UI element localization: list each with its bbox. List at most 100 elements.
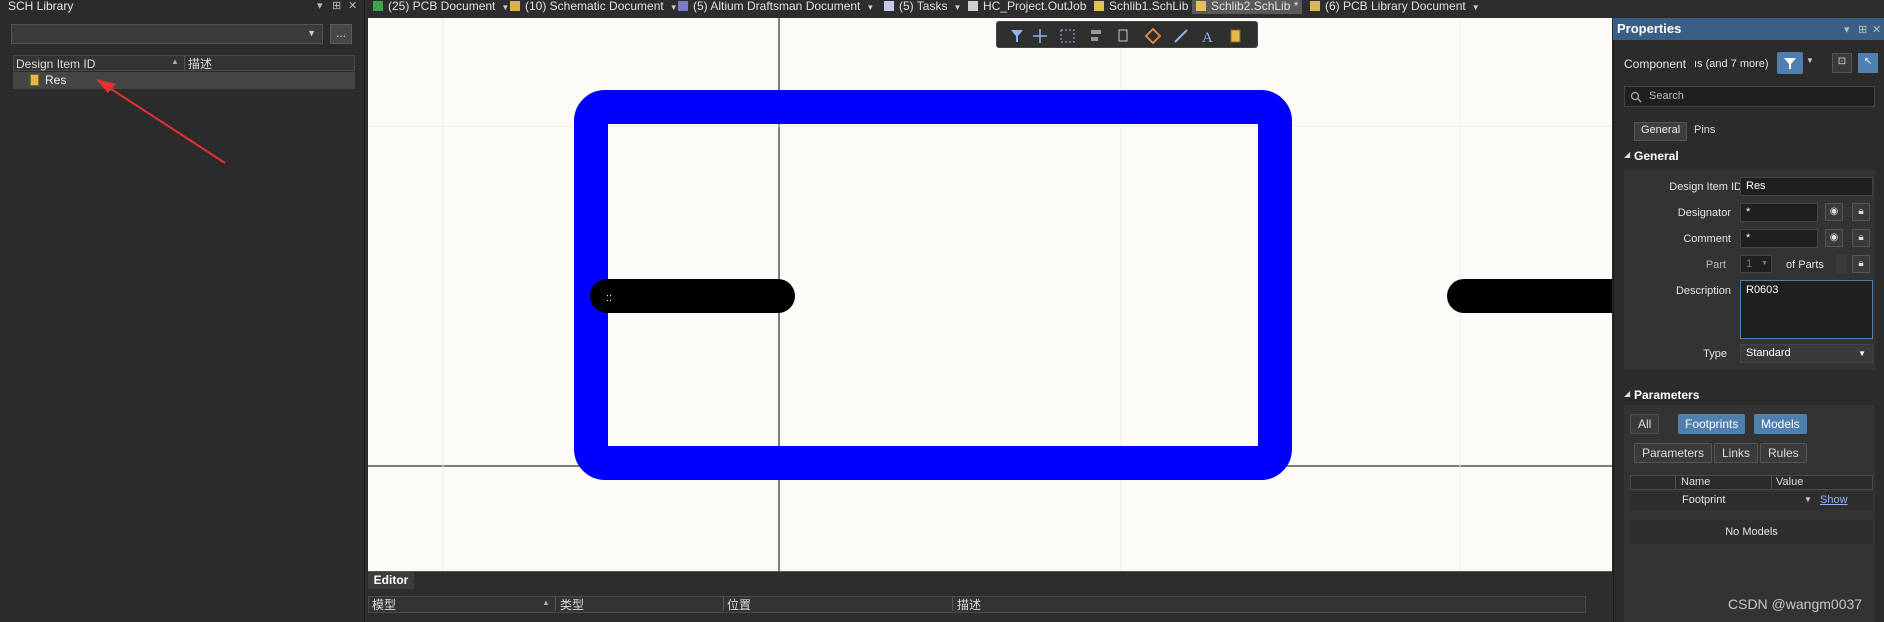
document-icon [678, 1, 688, 11]
cursor-icon[interactable]: ↖ [1858, 53, 1878, 73]
document-tab[interactable]: (10) Schematic Document ▼ [510, 0, 678, 14]
properties-title: Properties [1617, 21, 1682, 36]
filter-parameters-button[interactable]: Parameters [1634, 443, 1713, 463]
comment-field[interactable]: * [1740, 229, 1818, 248]
column-value[interactable]: Value [1776, 476, 1803, 489]
chevron-down-icon: ▼ [1858, 349, 1866, 358]
arrow-shaft [101, 82, 226, 164]
type-select[interactable]: Standard ▼ [1740, 344, 1873, 363]
panel-pin-icon[interactable]: ⊞ [1858, 24, 1867, 36]
document-icon [1310, 1, 1320, 11]
chevron-down-icon[interactable]: ▼ [866, 3, 874, 12]
document-tab[interactable]: Schlib1.SchLib [1094, 0, 1188, 14]
column-divider[interactable] [1675, 476, 1676, 489]
column-divider[interactable] [1771, 476, 1772, 489]
parameters-table-row[interactable]: Footprint ▼ Show [1630, 492, 1873, 510]
filter-icon[interactable] [1011, 30, 1023, 42]
lock-icon[interactable]: 🔒︎ [1852, 203, 1870, 221]
tab-label: (25) PCB Document [388, 0, 496, 13]
tab-pins[interactable]: Pins [1688, 122, 1721, 139]
document-icon [1094, 1, 1104, 11]
part-spinner[interactable] [1836, 255, 1847, 273]
design-item-id-field[interactable]: Res [1740, 177, 1873, 196]
part-value: 1 [1746, 258, 1753, 270]
document-icon [1196, 1, 1206, 11]
of-parts-label: of Parts [1786, 259, 1824, 271]
filter-models-button[interactable]: Models [1754, 414, 1807, 434]
filter-links-button[interactable]: Links [1714, 443, 1759, 463]
document-tab[interactable]: (5) Tasks ▼ [884, 0, 961, 14]
active-bar-toolbar: A [996, 21, 1258, 48]
search-icon [1630, 91, 1642, 103]
chevron-down-icon[interactable]: ▼ [1804, 495, 1812, 504]
design-item-id-label: Design Item ID [1669, 181, 1742, 193]
show-link[interactable]: Show [1820, 494, 1848, 506]
filter-button[interactable] [1777, 52, 1803, 74]
fill-icon[interactable] [1144, 27, 1162, 45]
chevron-down-icon[interactable]: ▼ [1472, 3, 1480, 12]
column-divider[interactable] [555, 597, 556, 611]
filter-all-button[interactable]: All [1630, 414, 1660, 434]
description-label: Description [1675, 285, 1731, 297]
filter-rules-button[interactable]: Rules [1760, 443, 1807, 463]
select-objects-icon[interactable]: ⊡ [1832, 53, 1852, 73]
document-tab[interactable]: Schlib2.SchLib * [1192, 0, 1303, 14]
line-icon[interactable] [1174, 29, 1188, 43]
pin-icon[interactable] [1118, 29, 1128, 42]
chevron-down-icon[interactable]: ▼ [501, 3, 509, 12]
align-icon[interactable] [1091, 30, 1101, 34]
tab-label: Schlib1.SchLib [1109, 0, 1189, 13]
lock-icon[interactable]: 🔒︎ [1852, 229, 1870, 247]
panel-close-icon[interactable]: ✕ [1872, 24, 1881, 36]
text-icon[interactable]: A [1202, 30, 1213, 46]
tab-general[interactable]: General [1634, 122, 1688, 141]
type-value: Standard [1746, 347, 1791, 359]
annotation-arrow [96, 79, 226, 164]
designator-field[interactable]: * [1740, 203, 1818, 222]
toolbar-icons: A [1011, 27, 1241, 46]
column-name[interactable]: Name [1681, 476, 1710, 489]
column-divider[interactable] [723, 597, 724, 611]
chevron-down-icon[interactable]: ▼ [953, 3, 961, 12]
column-model[interactable]: 模型 [372, 598, 396, 612]
document-tab[interactable]: HC_Project.OutJob [968, 0, 1086, 14]
visibility-eye-icon[interactable]: ◉ [1825, 229, 1843, 247]
lock-icon[interactable]: 🔒︎ [1852, 255, 1870, 273]
comment-label: Comment [1683, 233, 1731, 245]
collapse-icon[interactable]: ◢ [1624, 389, 1630, 398]
select-rect-icon[interactable] [1060, 29, 1075, 43]
parameters-table-header: Name Value [1630, 475, 1873, 490]
component-label: Component [1624, 57, 1687, 71]
schematic-canvas[interactable]: :: [368, 18, 1612, 571]
parameters-section [1624, 405, 1875, 622]
search-input[interactable]: Search [1624, 86, 1875, 107]
column-location[interactable]: 位置 [727, 598, 751, 612]
column-divider[interactable] [952, 597, 953, 611]
pin-right[interactable] [1447, 279, 1612, 313]
pin-left[interactable] [590, 279, 795, 313]
tab-label: (10) Schematic Document [525, 0, 664, 13]
chevron-down-icon[interactable]: ▼ [1806, 56, 1814, 65]
column-type[interactable]: 类型 [560, 598, 584, 612]
collapse-icon[interactable]: ◢ [1624, 150, 1630, 159]
document-icon [884, 1, 894, 11]
column-description[interactable]: 描述 [957, 598, 981, 612]
chevron-down-icon[interactable]: ▼ [670, 3, 678, 12]
filter-footprints-button[interactable]: Footprints [1678, 414, 1746, 434]
part-select[interactable]: 1 ▼ [1740, 255, 1772, 273]
document-tab[interactable]: (6) PCB Library Document ▼ [1310, 0, 1480, 14]
editor-tab[interactable]: Editor [368, 572, 414, 589]
sort-up-icon[interactable]: ▲ [542, 598, 550, 607]
document-tab[interactable]: (5) Altium Draftsman Document ▼ [678, 0, 874, 14]
parameters-section-title: Parameters [1634, 388, 1700, 402]
description-field[interactable]: R0603 [1740, 280, 1873, 339]
panel-menu-icon[interactable]: ▾ [1844, 24, 1850, 36]
tab-label: Schlib2.SchLib * [1211, 0, 1299, 13]
visibility-eye-icon[interactable]: ◉ [1825, 203, 1843, 221]
watermark: CSDN @wangm0037 [1728, 596, 1863, 612]
tab-label: (5) Tasks [899, 0, 948, 13]
document-tab[interactable]: (25) PCB Document ▼ [373, 0, 509, 14]
empty-models-text: No Models [1630, 520, 1873, 544]
part-icon[interactable] [1230, 29, 1241, 43]
designator-label: Designator [1677, 207, 1731, 219]
